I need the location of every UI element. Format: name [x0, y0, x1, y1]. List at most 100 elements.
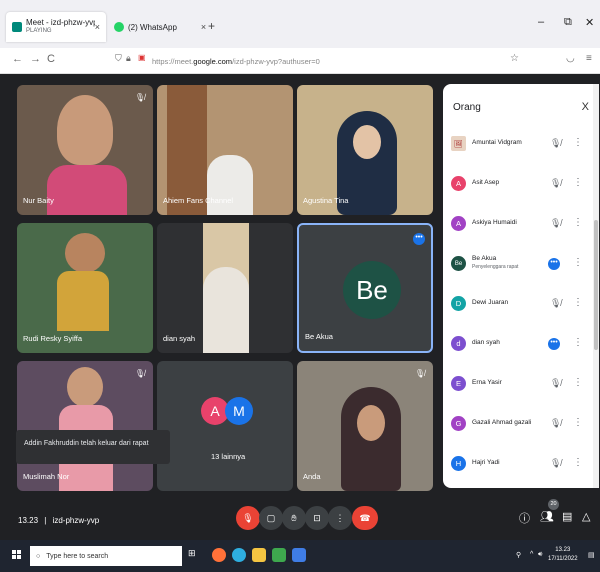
participant-video	[57, 271, 109, 331]
close-window-button[interactable]: ✕	[585, 16, 594, 29]
close-panel-button[interactable]: X	[582, 101, 589, 113]
meeting-code: izd-phzw-yvp	[52, 516, 100, 525]
avatar: 🖼	[451, 136, 466, 151]
video-tile-rudi[interactable]: Rudi Resky Syiffa	[17, 223, 153, 353]
participant-row[interactable]: D Dewi Juaran 🎙︎̸ ⋮	[443, 290, 593, 320]
firefox-icon[interactable]	[212, 548, 226, 562]
video-tile-agustina[interactable]: Agustina Tina	[297, 85, 433, 215]
restore-button[interactable]: ⧉	[564, 16, 572, 29]
back-button[interactable]: ←	[12, 53, 23, 65]
mic-icon[interactable]: 🎤︎	[170, 551, 181, 562]
camera-toggle-button[interactable]: ▢	[259, 506, 283, 530]
participant-face	[357, 405, 385, 441]
video-tile-be-akua[interactable]: ••• Be Be Akua	[297, 223, 433, 353]
participant-row[interactable]: d dian syah ••• ⋮	[443, 330, 593, 360]
forward-button[interactable]: →	[30, 53, 41, 65]
video-tile-nur-baity[interactable]: 🎙︎̸ Nur Baity	[17, 85, 153, 215]
meeting-time: 13.23	[18, 516, 39, 525]
chat-icon[interactable]: ▤	[562, 510, 572, 523]
participant-count-badge: 20	[548, 499, 559, 510]
more-options-icon[interactable]: ⋮	[573, 217, 583, 228]
reload-button[interactable]: C	[47, 53, 55, 65]
taskbar-search-input[interactable]: ○ Type here to search	[30, 546, 182, 566]
more-options-icon[interactable]: ⋮	[573, 377, 583, 388]
tile-name: Anda	[303, 472, 321, 481]
volume-icon[interactable]: 🔊︎	[538, 551, 542, 559]
more-options-icon[interactable]: ⋮	[573, 457, 583, 468]
more-options-icon[interactable]: ⋮	[573, 337, 583, 348]
task-view-icon[interactable]: ⊞	[188, 548, 202, 562]
participant-row[interactable]: A Asit Asep 🎙︎̸ ⋮	[443, 170, 593, 200]
avatar: G	[451, 416, 466, 431]
url-field[interactable]: https://meet. google.com/izd-phzw-yvp?aut…	[152, 52, 572, 70]
windows-taskbar: ○ Type here to search 🎤︎ ⊞ ⚲ ^ 🔊︎ 13.23 …	[0, 540, 600, 572]
store-icon[interactable]	[292, 548, 306, 562]
mic-off-icon: 🎙︎̸	[414, 369, 425, 378]
video-tile-anda[interactable]: 🎙︎̸ Anda	[297, 361, 433, 491]
present-button[interactable]: ⊡	[305, 506, 329, 530]
video-tile-dian-syah[interactable]: dian syah	[157, 223, 293, 353]
people-icon[interactable]: 👥︎	[540, 510, 554, 523]
video-tile-ahiem[interactable]: Ahiem Fans Channel	[157, 85, 293, 215]
participant-role: Penyelenggara rapat	[472, 264, 519, 270]
mic-off-icon: 🎙︎̸	[550, 138, 562, 148]
tile-name: Agustina Tina	[303, 196, 349, 205]
taskbar-clock[interactable]: 13.23 17/11/2022	[548, 546, 578, 564]
video-tile-others[interactable]: A M 13 lainnya	[157, 361, 293, 491]
more-vert-icon: ⋮	[335, 512, 345, 523]
panel-scrollbar-thumb[interactable]	[594, 220, 598, 350]
bookmark-star-icon[interactable]: ☆	[510, 53, 519, 64]
pocket-icon[interactable]: ◡	[566, 53, 575, 64]
participant-name: Hajri Yadi	[472, 459, 500, 466]
notification-icon[interactable]: ▤	[588, 551, 595, 559]
participant-row[interactable]: E Erna Yasir 🎙︎̸ ⋮	[443, 370, 593, 400]
more-options-icon[interactable]: ⋮	[573, 257, 583, 268]
people-tray-icon[interactable]: ⚲	[516, 551, 521, 559]
meet-favicon-icon	[12, 22, 22, 32]
more-options-icon[interactable]: ⋮	[573, 137, 583, 148]
mic-toggle-button[interactable]: 🎙︎	[236, 506, 260, 530]
participant-face	[353, 125, 381, 159]
participant-row[interactable]: G Gazali Ahmad gazali 🎙︎̸ ⋮	[443, 410, 593, 440]
participant-video	[57, 95, 113, 165]
file-explorer-icon[interactable]	[252, 548, 266, 562]
participant-face	[67, 367, 103, 407]
camera-permission-icon[interactable]: ▣	[138, 53, 146, 62]
more-options-icon[interactable]: ⋮	[573, 417, 583, 428]
tab-meet[interactable]: Meet - izd-phzw-yvp PLAYING ×	[6, 12, 106, 42]
clock-time: 13.23	[555, 547, 571, 553]
more-options-icon[interactable]: ⋮	[573, 177, 583, 188]
browser-tabstrip: Meet - izd-phzw-yvp PLAYING × (2) WhatsA…	[0, 0, 600, 48]
lock-icon: 🔒︎	[126, 53, 131, 63]
tab-whatsapp-close-icon[interactable]: ×	[201, 22, 206, 32]
url-scheme: https://meet.	[152, 56, 194, 66]
participant-row[interactable]: Be Be Akua Penyelenggara rapat ••• ⋮	[443, 250, 593, 280]
activities-icon[interactable]: △	[582, 510, 590, 523]
chevron-up-icon[interactable]: ^	[530, 551, 533, 558]
edge-icon[interactable]	[232, 548, 246, 562]
new-tab-button[interactable]: +	[208, 19, 215, 33]
participant-video	[207, 155, 253, 215]
minimize-button[interactable]: –	[538, 16, 544, 28]
mic-off-icon: 🎙︎̸	[550, 298, 562, 308]
tile-name: dian syah	[163, 334, 196, 343]
avatar: d	[451, 336, 466, 351]
excel-icon[interactable]	[272, 548, 286, 562]
more-options-button[interactable]: ⋮	[328, 506, 352, 530]
menu-icon[interactable]: ≡	[586, 53, 592, 64]
windows-start-icon[interactable]	[12, 550, 22, 560]
participant-row[interactable]: A Askiya Humaidi 🎙︎̸ ⋮	[443, 210, 593, 240]
avatar: A	[451, 176, 466, 191]
video-tile-muslimah[interactable]: 🎙︎̸ Muslimah Nor	[17, 361, 153, 491]
tab-whatsapp[interactable]: (2) WhatsApp ×	[108, 12, 220, 42]
leave-call-button[interactable]: ☎︎	[352, 506, 378, 530]
participant-row[interactable]: 🖼 Amuntai Vidgram 🎙︎̸ ⋮	[443, 130, 593, 160]
mic-off-icon: 🎙︎̸	[550, 178, 562, 188]
raise-hand-button[interactable]: ✋︎	[282, 506, 306, 530]
more-options-icon[interactable]: ⋮	[573, 297, 583, 308]
whatsapp-favicon-icon	[114, 22, 124, 32]
participant-row[interactable]: H Hajri Yadi 🎙︎̸ ⋮	[443, 450, 593, 480]
search-placeholder: Type here to search	[46, 552, 109, 560]
tab-meet-close-icon[interactable]: ×	[95, 22, 100, 32]
meeting-details-icon[interactable]: ⓘ	[519, 510, 530, 526]
